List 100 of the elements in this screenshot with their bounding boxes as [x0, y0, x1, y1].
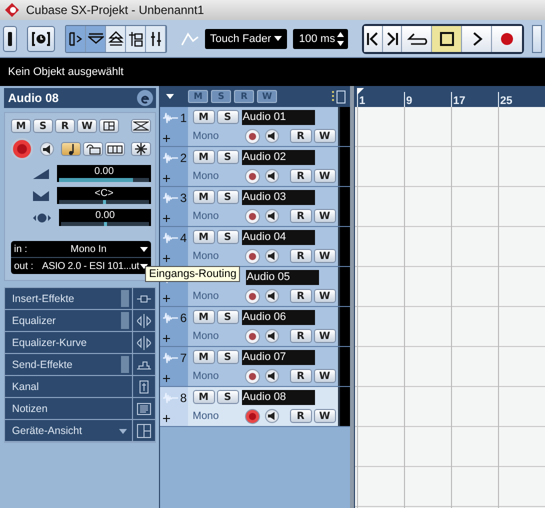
track-name-field[interactable]: Audio 08: [242, 390, 315, 404]
read-button[interactable]: R: [290, 289, 312, 303]
monitor-button[interactable]: [264, 209, 279, 223]
mute-button[interactable]: M: [192, 150, 215, 164]
record-enable-button[interactable]: [244, 168, 260, 184]
track-row[interactable]: 1 M S Audio 01 Mono R W: [160, 107, 350, 147]
mute-button[interactable]: M: [192, 390, 215, 404]
mute-button[interactable]: M: [192, 350, 215, 364]
read-button[interactable]: R: [290, 129, 312, 143]
track-row[interactable]: 7 M S Audio 07 Mono R W: [160, 347, 350, 387]
clock-button[interactable]: [27, 26, 55, 52]
transport-button[interactable]: [383, 26, 402, 52]
editor-button[interactable]: [99, 119, 119, 133]
automation-mode-dropdown[interactable]: Touch Fader: [205, 28, 287, 48]
write-button[interactable]: W: [314, 249, 336, 263]
track-name-field[interactable]: Audio 01: [242, 110, 315, 124]
transport-button[interactable]: [402, 26, 432, 52]
monitor-button[interactable]: [264, 169, 279, 183]
mute-button[interactable]: M: [192, 230, 215, 244]
transport-button[interactable]: [462, 26, 492, 52]
tool-button[interactable]: [126, 26, 146, 52]
track-row[interactable]: 2 M S Audio 02 Mono R W: [160, 147, 350, 187]
tool-button[interactable]: [66, 26, 86, 52]
monitor-button[interactable]: [264, 409, 279, 423]
toolbar-toggle-button[interactable]: [3, 26, 17, 52]
plus-icon[interactable]: [163, 375, 170, 382]
write-button[interactable]: W: [314, 409, 336, 423]
freeze-button[interactable]: [131, 119, 152, 133]
transport-button[interactable]: [432, 26, 462, 52]
monitor-button[interactable]: [264, 289, 279, 303]
read-button[interactable]: R: [290, 249, 312, 263]
track-name-field[interactable]: Audio 03: [242, 190, 315, 204]
track-name-field[interactable]: Audio 04: [242, 230, 315, 244]
tool-button[interactable]: [146, 26, 166, 52]
track-button[interactable]: W: [77, 119, 97, 133]
solo-button[interactable]: S: [216, 390, 239, 404]
monitor-button[interactable]: [264, 129, 279, 143]
solo-button[interactable]: S: [216, 110, 239, 124]
read-button[interactable]: R: [290, 209, 312, 223]
delay-thumb[interactable]: [104, 222, 108, 226]
pan-thumb[interactable]: [103, 200, 106, 204]
inspector-section-tab[interactable]: Equalizer-Kurve: [5, 332, 132, 353]
pan-display[interactable]: <C>: [57, 187, 152, 204]
monitor-button[interactable]: [264, 249, 279, 263]
write-button[interactable]: W: [314, 129, 336, 143]
plus-icon[interactable]: [163, 255, 170, 262]
plus-icon[interactable]: [163, 335, 170, 342]
record-enable-button[interactable]: [244, 248, 260, 264]
solo-button[interactable]: S: [216, 310, 239, 324]
track-name-field[interactable]: Audio 07: [242, 350, 315, 364]
write-button[interactable]: W: [314, 289, 336, 303]
track-row[interactable]: 6 M S Audio 06 Mono R W: [160, 307, 350, 347]
inspector-section-tab[interactable]: Send-Effekte: [5, 354, 132, 375]
record-enable-button[interactable]: [11, 138, 33, 160]
toolbar-button[interactable]: [532, 24, 542, 52]
lock-button[interactable]: [83, 142, 103, 156]
write-button[interactable]: W: [314, 169, 336, 183]
track-button[interactable]: R: [55, 119, 75, 133]
record-enable-button[interactable]: [244, 288, 260, 304]
track-name-field[interactable]: Audio 05: [246, 270, 319, 284]
record-enable-button[interactable]: [244, 128, 260, 144]
solo-button[interactable]: S: [216, 150, 239, 164]
write-button[interactable]: W: [314, 209, 336, 223]
track-name-field[interactable]: Audio 06: [242, 310, 315, 324]
volume-display[interactable]: 0.00: [57, 165, 152, 182]
plus-icon[interactable]: [163, 175, 170, 182]
track-button[interactable]: M: [11, 119, 31, 133]
record-enable-button[interactable]: [244, 208, 260, 224]
track-row[interactable]: 8 M S Audio 08 Mono R W: [160, 387, 350, 427]
plus-icon[interactable]: [163, 415, 170, 422]
record-enable-button[interactable]: [244, 408, 260, 424]
track-row[interactable]: 4 M S Audio 04 Mono R W: [160, 227, 350, 267]
transport-button[interactable]: [364, 26, 383, 52]
mute-button[interactable]: M: [192, 310, 215, 324]
monitor-button[interactable]: [264, 369, 279, 383]
track-button[interactable]: S: [33, 119, 53, 133]
freeze-settings-button[interactable]: [131, 142, 152, 156]
solo-button[interactable]: S: [216, 350, 239, 364]
tool-button[interactable]: [86, 26, 106, 52]
record-enable-button[interactable]: [244, 328, 260, 344]
mute-button[interactable]: M: [192, 190, 215, 204]
timebase-button[interactable]: [61, 142, 81, 156]
time-spinner[interactable]: 100 ms: [293, 28, 348, 48]
solo-button[interactable]: S: [216, 230, 239, 244]
inspector-section-tab[interactable]: Geräte-Ansicht: [5, 420, 132, 441]
inspector-section-tab[interactable]: Insert-Effekte: [5, 288, 132, 309]
lanes-button[interactable]: [105, 142, 125, 156]
read-button[interactable]: R: [290, 409, 312, 423]
monitor-button[interactable]: [40, 142, 54, 156]
tool-button[interactable]: [106, 26, 126, 52]
window-icon[interactable]: [332, 90, 346, 104]
track-row[interactable]: 3 M S Audio 03 Mono R W: [160, 187, 350, 227]
plus-icon[interactable]: [163, 215, 170, 222]
record-enable-button[interactable]: [244, 368, 260, 384]
caret-icon[interactable]: [166, 94, 174, 99]
inspector-section-tab[interactable]: Notizen: [5, 398, 132, 419]
read-button[interactable]: R: [290, 329, 312, 343]
mute-button[interactable]: M: [192, 110, 215, 124]
plus-icon[interactable]: [163, 295, 170, 302]
delay-display[interactable]: 0.00: [59, 209, 152, 226]
